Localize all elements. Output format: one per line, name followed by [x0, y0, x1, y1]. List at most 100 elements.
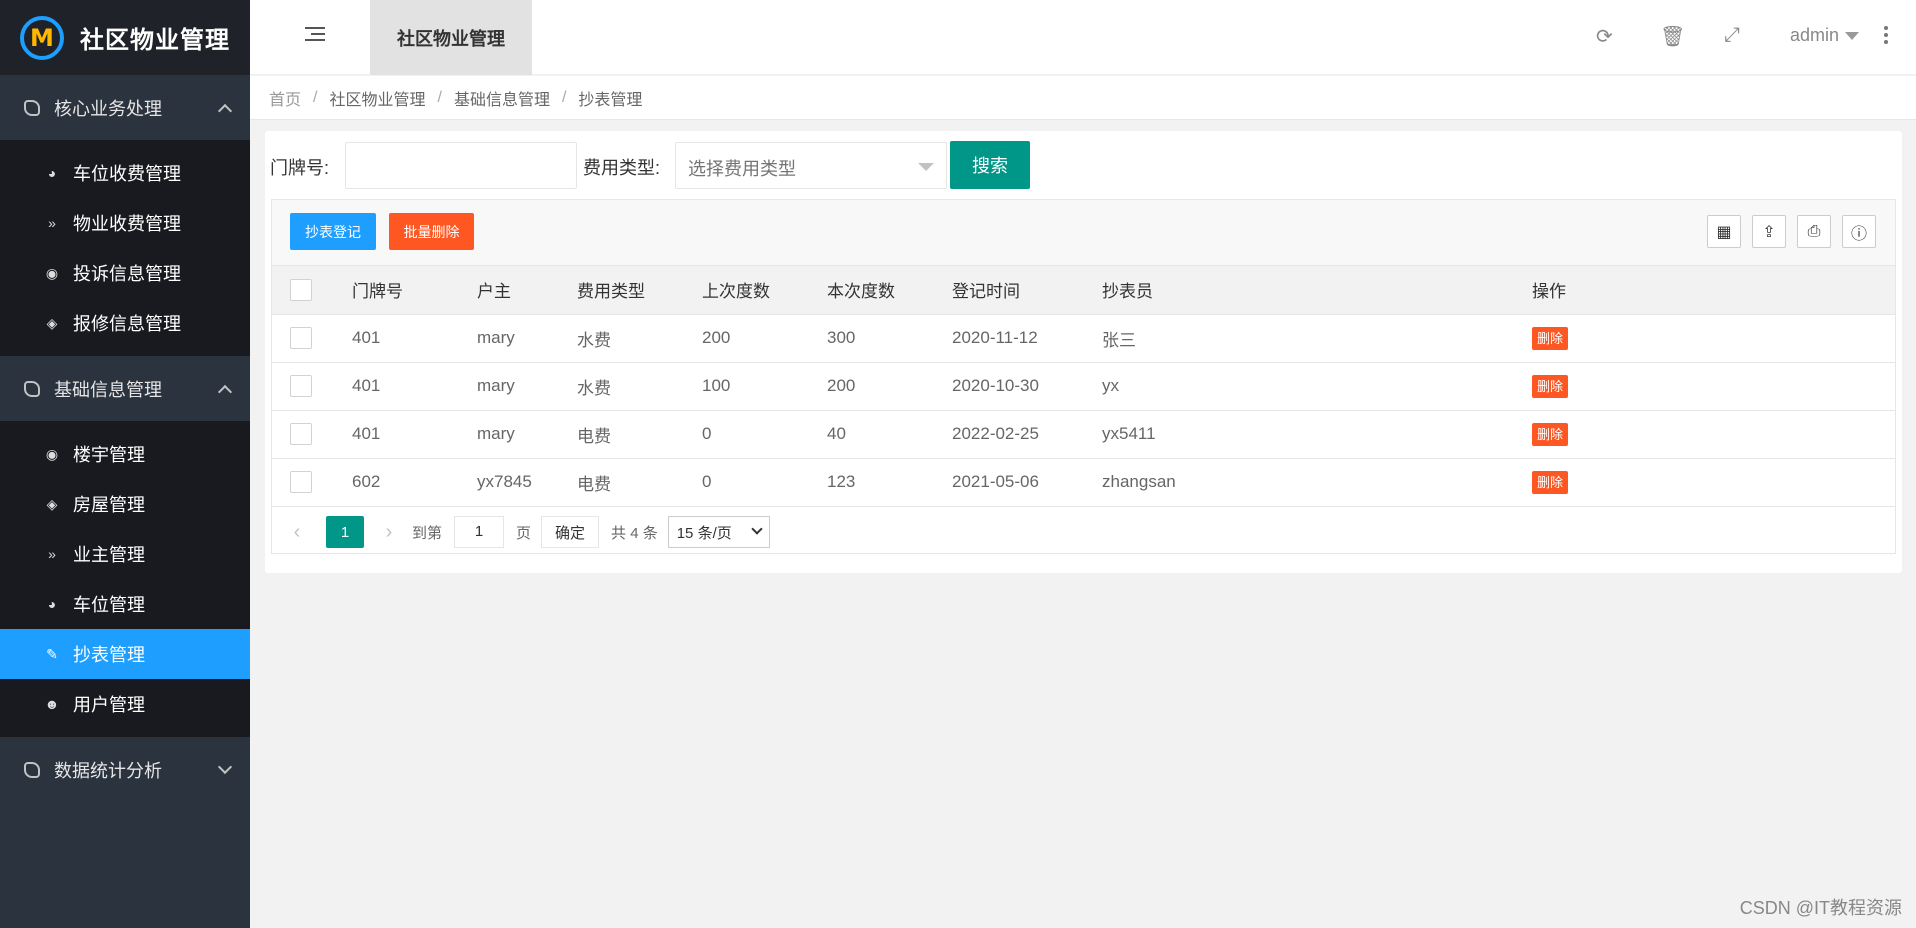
row-checkbox[interactable]	[290, 327, 312, 349]
select-all-checkbox[interactable]	[290, 278, 312, 301]
fee-type-label: 费用类型:	[583, 158, 661, 178]
fee-type-placeholder: 选择费用类型	[688, 159, 796, 179]
sidebar-item-property-fee[interactable]: » 物业收费管理	[0, 198, 250, 248]
column-header: 操作	[1532, 266, 1895, 315]
row-checkbox[interactable]	[290, 423, 312, 445]
cell-owner: mary	[477, 362, 577, 411]
chevron-up-icon	[217, 384, 233, 399]
compass-icon: ◈	[46, 495, 58, 512]
cell-reader: 张三	[1102, 314, 1532, 363]
cell-prev-reading: 100	[702, 362, 827, 411]
fee-type-select[interactable]: 选择费用类型	[675, 142, 947, 189]
meter-table: 门牌号 户主 费用类型 上次度数 本次度数 登记时间 抄表员 操作 401 ma…	[272, 266, 1895, 507]
cell-date: 2022-02-25	[952, 410, 1102, 459]
sidebar-item-label: 投诉信息管理	[73, 264, 181, 284]
table-row: 401 mary 水费 200 300 2020-11-12 张三 删除	[272, 314, 1895, 363]
delete-button[interactable]: 删除	[1532, 326, 1569, 350]
logo-bar: M 社区物业管理	[0, 0, 250, 75]
column-header: 门牌号	[352, 266, 477, 315]
leaf-icon	[24, 99, 40, 116]
cell-owner: mary	[477, 410, 577, 459]
delete-button[interactable]: 删除	[1532, 470, 1569, 494]
cell-prev-reading: 0	[702, 410, 827, 459]
breadcrumb-home[interactable]: 首页	[269, 86, 301, 110]
sidebar-item-label: 抄表管理	[73, 645, 145, 665]
next-page-icon[interactable]: ›	[378, 521, 400, 544]
submenu-core-business: ◕ 车位收费管理 » 物业收费管理 ◉ 投诉信息管理 ◈ 报修信息管理	[0, 140, 250, 356]
cell-door: 401	[352, 362, 477, 411]
chevrons-down-icon: »	[48, 546, 56, 562]
user-menu[interactable]: admin	[1790, 25, 1860, 46]
print-icon[interactable]: ⎙	[1797, 215, 1831, 248]
username: admin	[1790, 25, 1840, 45]
sidebar-item-label: 车位管理	[73, 595, 145, 615]
search-bar: 门牌号: 费用类型: 选择费用类型 搜索	[265, 140, 1902, 190]
sidebar-item-parking-fee[interactable]: ◕ 车位收费管理	[0, 148, 250, 198]
caret-down-icon	[1845, 31, 1860, 40]
delete-button[interactable]: 删除	[1532, 422, 1569, 446]
header-tab[interactable]: 社区物业管理	[370, 0, 532, 75]
delete-button[interactable]: 删除	[1532, 374, 1569, 398]
search-button[interactable]: 搜索	[950, 141, 1030, 189]
sidebar-item-label: 物业收费管理	[73, 214, 181, 234]
sidebar-item-complaints[interactable]: ◉ 投诉信息管理	[0, 248, 250, 298]
user-icon: ☻	[44, 696, 60, 712]
cell-owner: yx7845	[477, 458, 577, 507]
menu-group-basic-info[interactable]: 基础信息管理	[0, 356, 250, 421]
cell-reader: zhangsan	[1102, 458, 1532, 507]
door-number-input[interactable]	[345, 142, 577, 189]
dashboard-icon: ◕	[47, 165, 57, 181]
sidebar-item-meter-reading[interactable]: ✎ 抄表管理	[0, 629, 250, 679]
meter-register-button[interactable]: 抄表登记	[290, 213, 376, 250]
prev-page-icon[interactable]: ‹	[286, 521, 308, 544]
goto-confirm-button[interactable]: 确定	[541, 516, 600, 548]
sidebar-item-owners[interactable]: » 业主管理	[0, 529, 250, 579]
menu-toggle-icon[interactable]	[305, 27, 325, 45]
breadcrumb-item[interactable]: 基础信息管理	[454, 86, 550, 110]
chevron-down-icon	[751, 523, 763, 535]
columns-icon[interactable]: ▦	[1707, 215, 1741, 248]
more-vertical-icon[interactable]	[1884, 26, 1888, 47]
sidebar-item-repairs[interactable]: ◈ 报修信息管理	[0, 298, 250, 348]
cell-date: 2020-11-12	[952, 314, 1102, 363]
sidebar-item-label: 业主管理	[73, 545, 145, 565]
row-checkbox[interactable]	[290, 375, 312, 397]
column-header: 抄表员	[1102, 266, 1532, 315]
table-row: 401 mary 水费 100 200 2020-10-30 yx 删除	[272, 362, 1895, 411]
menu-group-label: 核心业务处理	[54, 98, 162, 119]
table-toolbar: 抄表登记 批量删除 ▦ ⇪ ⎙ ⓘ	[272, 200, 1895, 266]
page-size-select[interactable]: 15 条/页	[667, 516, 770, 548]
fullscreen-icon[interactable]: ⤢	[1724, 24, 1740, 47]
export-icon[interactable]: ⇪	[1752, 215, 1786, 248]
info-icon[interactable]: ⓘ	[1842, 215, 1876, 248]
cell-fee-type: 水费	[577, 362, 702, 411]
trash-icon[interactable]: 🗑	[1660, 24, 1685, 49]
cell-prev-reading: 0	[702, 458, 827, 507]
table-row: 602 yx7845 电费 0 123 2021-05-06 zhangsan …	[272, 458, 1895, 507]
menu-group-core-business[interactable]: 核心业务处理	[0, 75, 250, 140]
breadcrumb-item[interactable]: 社区物业管理	[329, 86, 425, 110]
sidebar-item-parking[interactable]: ◕ 车位管理	[0, 579, 250, 629]
menu-group-statistics[interactable]: 数据统计分析	[0, 737, 250, 802]
row-checkbox[interactable]	[290, 471, 312, 493]
batch-delete-button[interactable]: 批量删除	[389, 213, 474, 250]
cell-door: 401	[352, 314, 477, 363]
column-header: 费用类型	[577, 266, 702, 315]
sidebar-item-users[interactable]: ☻ 用户管理	[0, 679, 250, 729]
leaf-icon	[24, 761, 40, 778]
pagination: ‹ 1 › 到第 1 页 确定 共 4 条 15 条/页	[272, 507, 1895, 558]
sidebar-item-houses[interactable]: ◈ 房屋管理	[0, 479, 250, 529]
sidebar: M 社区物业管理 核心业务处理 ◕ 车位收费管理 » 物业收费管理 ◉ 投诉信息…	[0, 0, 250, 928]
cell-prev-reading: 200	[702, 314, 827, 363]
edit-icon: ✎	[46, 645, 58, 662]
goto-page-input[interactable]: 1	[454, 516, 505, 548]
cell-owner: mary	[477, 314, 577, 363]
column-header: 登记时间	[952, 266, 1102, 315]
sidebar-item-label: 报修信息管理	[73, 314, 181, 334]
page-current[interactable]: 1	[326, 516, 364, 548]
sidebar-item-buildings[interactable]: ◉ 楼宇管理	[0, 429, 250, 479]
refresh-icon[interactable]: ⟳	[1596, 24, 1613, 49]
target-icon: ◉	[45, 264, 59, 281]
page-size-value: 15 条/页	[676, 524, 732, 542]
menu-group-label: 数据统计分析	[54, 760, 162, 781]
